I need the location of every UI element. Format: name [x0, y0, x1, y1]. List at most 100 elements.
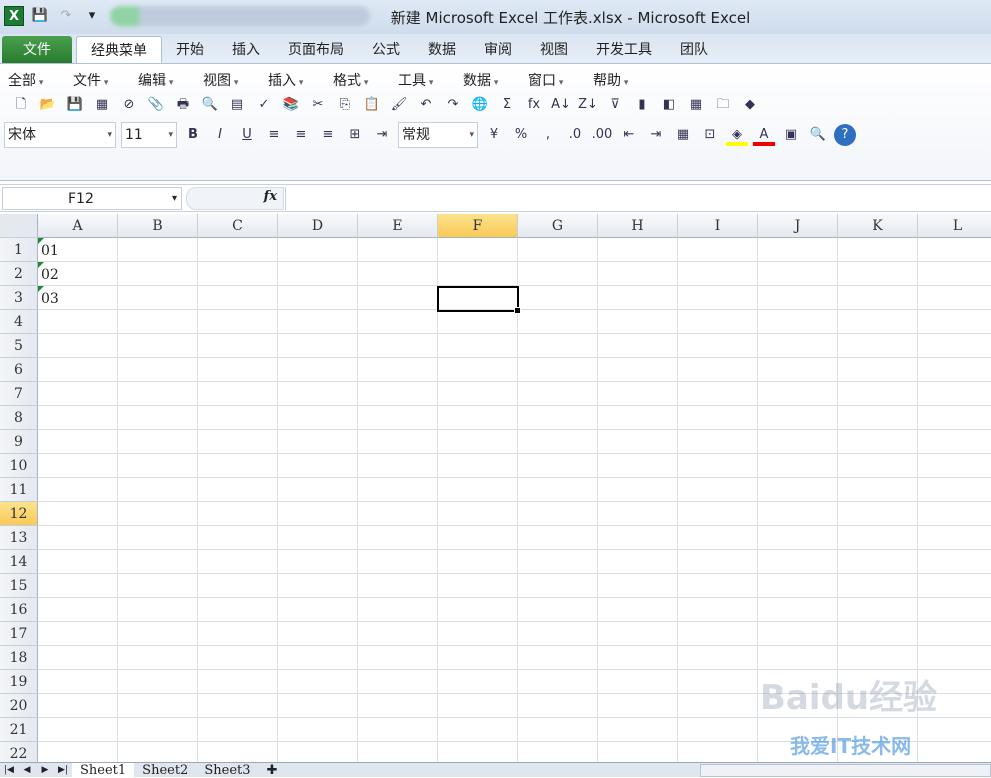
align-center-icon[interactable]: ≡	[290, 124, 312, 146]
sort-asc-icon[interactable]: A↓	[550, 94, 572, 116]
column-header-G[interactable]: G	[518, 214, 598, 238]
find-icon[interactable]: 🔍	[807, 124, 829, 146]
research-icon[interactable]: 📚	[280, 94, 302, 116]
table-icon[interactable]: ▦	[685, 94, 707, 116]
menu-item[interactable]: 编辑	[138, 70, 203, 90]
percent-icon[interactable]: %	[510, 124, 532, 146]
tab-10[interactable]: 团队	[666, 36, 722, 64]
row-header-4[interactable]: 4	[0, 310, 38, 334]
column-header-I[interactable]: I	[678, 214, 758, 238]
column-header-J[interactable]: J	[758, 214, 838, 238]
bold-icon[interactable]: B	[182, 124, 204, 146]
shapes-icon[interactable]: ◧	[658, 94, 680, 116]
row-header-16[interactable]: 16	[0, 598, 38, 622]
merge-icon[interactable]: ⊞	[344, 124, 366, 146]
font-color-icon[interactable]: A	[753, 124, 775, 146]
hyperlink-icon[interactable]: 🌐	[469, 94, 491, 116]
column-header-D[interactable]: D	[278, 214, 358, 238]
align-left-icon[interactable]: ≡	[263, 124, 285, 146]
underline-icon[interactable]: U	[236, 124, 258, 146]
cell-A2[interactable]: 02	[38, 262, 118, 286]
font-name-select[interactable]: 宋体	[4, 122, 116, 148]
row-header-18[interactable]: 18	[0, 646, 38, 670]
indent-inc-icon[interactable]: ⇥	[645, 124, 667, 146]
row-header-13[interactable]: 13	[0, 526, 38, 550]
row-header-6[interactable]: 6	[0, 358, 38, 382]
menu-item[interactable]: 全部	[8, 70, 73, 90]
sort-desc-icon[interactable]: Z↓	[577, 94, 599, 116]
column-header-H[interactable]: H	[598, 214, 678, 238]
row-header-15[interactable]: 15	[0, 574, 38, 598]
column-header-F[interactable]: F	[438, 214, 518, 238]
sheet-tab-sheet1[interactable]: Sheet1	[72, 762, 135, 778]
wrap-icon[interactable]: ⇥	[371, 124, 393, 146]
tab-3[interactable]: 插入	[218, 36, 274, 64]
borders-icon[interactable]: ⊡	[699, 124, 721, 146]
row-header-19[interactable]: 19	[0, 670, 38, 694]
last-sheet-icon[interactable]: ▶|	[54, 765, 72, 775]
insert-function-button[interactable]: fx	[264, 189, 277, 204]
menu-item[interactable]: 数据	[463, 70, 528, 90]
help-icon[interactable]: ?	[834, 124, 856, 146]
align-right-icon[interactable]: ≡	[317, 124, 339, 146]
menu-item[interactable]: 工具	[398, 70, 463, 90]
insert-sheet-icon[interactable]: ✚	[259, 763, 286, 778]
dec-decimal-icon[interactable]: .00	[591, 124, 613, 146]
cell-A1[interactable]: 01	[38, 238, 118, 262]
column-header-E[interactable]: E	[358, 214, 438, 238]
row-header-17[interactable]: 17	[0, 622, 38, 646]
permission-icon[interactable]: ⊘	[118, 94, 140, 116]
tab-2[interactable]: 开始	[162, 36, 218, 64]
column-header-B[interactable]: B	[118, 214, 198, 238]
inc-decimal-icon[interactable]: .0	[564, 124, 586, 146]
name-box[interactable]: F12	[2, 187, 182, 210]
row-header-11[interactable]: 11	[0, 478, 38, 502]
row-header-12[interactable]: 12	[0, 502, 38, 526]
number-format-select[interactable]: 常规	[398, 122, 478, 148]
active-cell-f12[interactable]	[437, 286, 521, 314]
attach-icon[interactable]: 📎	[145, 94, 167, 116]
first-sheet-icon[interactable]: |◀	[0, 765, 18, 775]
menu-item[interactable]: 文件	[73, 70, 138, 90]
column-header-L[interactable]: L	[918, 214, 991, 238]
tab-6[interactable]: 数据	[414, 36, 470, 64]
function-icon[interactable]: fx	[523, 94, 545, 116]
copy-icon[interactable]: ⎘	[334, 94, 356, 116]
column-header-K[interactable]: K	[838, 214, 918, 238]
row-header-5[interactable]: 5	[0, 334, 38, 358]
fill-color-icon[interactable]: ◈	[726, 124, 748, 146]
undo-icon[interactable]: ↶	[415, 94, 437, 116]
indent-dec-icon[interactable]: ⇤	[618, 124, 640, 146]
comma-icon[interactable]: ,	[537, 124, 559, 146]
filter-icon[interactable]: ⊽	[604, 94, 626, 116]
open-icon[interactable]: 📂	[37, 94, 59, 116]
sheet-tab-sheet3[interactable]: Sheet3	[196, 763, 258, 778]
cell-A3[interactable]: 03	[38, 286, 118, 310]
warning-icon[interactable]: ◆	[739, 94, 761, 116]
tab-7[interactable]: 审阅	[470, 36, 526, 64]
row-header-9[interactable]: 9	[0, 430, 38, 454]
styles-icon[interactable]: ▣	[780, 124, 802, 146]
paste-icon[interactable]: 📋	[361, 94, 383, 116]
save-icon[interactable]: 💾	[64, 94, 86, 116]
row-header-2[interactable]: 2	[0, 262, 38, 286]
tab-5[interactable]: 公式	[358, 36, 414, 64]
menu-item[interactable]: 视图	[203, 70, 268, 90]
chart-icon[interactable]: ▮	[631, 94, 653, 116]
row-header-7[interactable]: 7	[0, 382, 38, 406]
tab-9[interactable]: 开发工具	[582, 36, 666, 64]
format-painter-icon[interactable]: 🖌	[388, 94, 410, 116]
column-header-C[interactable]: C	[198, 214, 278, 238]
menu-item[interactable]: 帮助	[593, 70, 658, 90]
menu-item[interactable]: 窗口	[528, 70, 593, 90]
row-header-21[interactable]: 21	[0, 718, 38, 742]
print-preview-icon[interactable]: 🔍	[199, 94, 221, 116]
print-area-icon[interactable]: ▤	[226, 94, 248, 116]
tab-1[interactable]: 经典菜单	[76, 36, 162, 64]
folder-icon[interactable]: 🗀	[712, 94, 734, 116]
tab-0[interactable]: 文件	[2, 36, 72, 64]
prev-sheet-icon[interactable]: ◀	[18, 765, 36, 775]
redo-icon[interactable]: ↷	[442, 94, 464, 116]
spelling-icon[interactable]: ✓	[253, 94, 275, 116]
menu-item[interactable]: 插入	[268, 70, 333, 90]
